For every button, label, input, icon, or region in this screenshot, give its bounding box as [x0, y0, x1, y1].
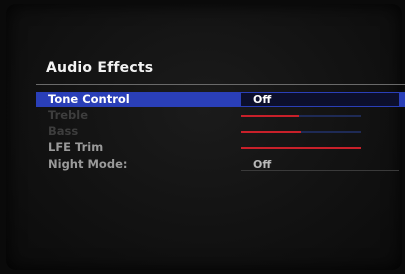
menu-item-lfe-trim[interactable]: LFE Trim: [36, 140, 405, 155]
night-mode-value: Off: [253, 158, 272, 171]
tone-control-value-box[interactable]: Off: [241, 93, 399, 106]
bass-slider-track: [241, 131, 361, 133]
lfe-trim-slider-box[interactable]: [241, 141, 399, 154]
menu-title: Audio Effects: [46, 60, 154, 76]
menu-item-label: Night Mode:: [48, 157, 128, 171]
treble-slider-fill: [241, 115, 299, 117]
treble-slider-box: [241, 109, 399, 122]
menu-item-treble: Treble: [36, 108, 405, 123]
treble-slider-track: [241, 115, 361, 117]
title-divider: [36, 84, 405, 85]
menu-item-label: Treble: [48, 108, 89, 122]
lfe-trim-slider-track[interactable]: [241, 147, 361, 149]
menu-item-label: Bass: [48, 124, 79, 138]
night-mode-value-box[interactable]: Off: [241, 158, 399, 171]
tone-control-value: Off: [253, 93, 272, 106]
menu-item-label: Tone Control: [48, 92, 130, 106]
lfe-trim-slider-fill: [241, 147, 361, 149]
menu-item-night-mode[interactable]: Night Mode: Off: [36, 157, 405, 172]
bass-slider-fill: [241, 131, 301, 133]
tv-screen: Audio Effects Tone Control Off Treble Ba…: [6, 4, 405, 270]
menu-item-label: LFE Trim: [48, 140, 104, 154]
menu-item-tone-control[interactable]: Tone Control Off: [36, 92, 405, 107]
bass-slider-box: [241, 125, 399, 138]
menu-item-bass: Bass: [36, 124, 405, 139]
